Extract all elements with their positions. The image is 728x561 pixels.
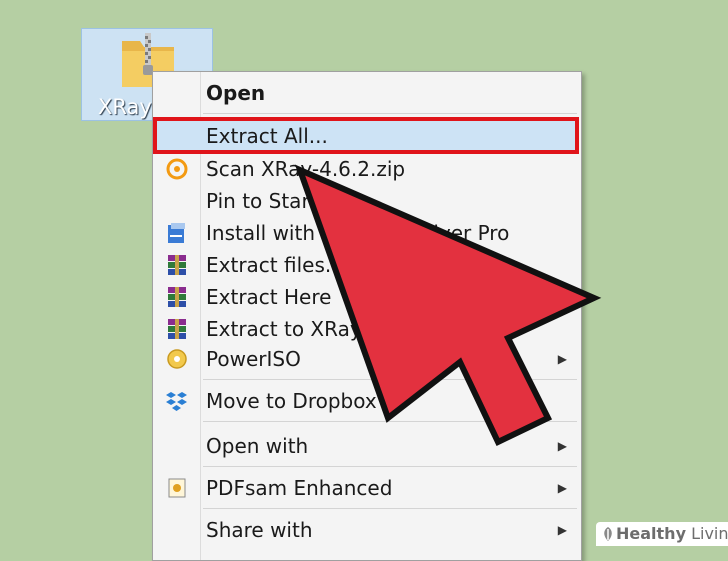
menu-item-label: Open with [206,434,309,458]
menu-item-label: Open [206,81,266,105]
submenu-arrow-icon: ▶ [557,523,567,537]
watermark-text: Healthy Living [616,524,728,543]
menu-item-label: Pin to Start [206,189,318,213]
menu-item-open-with[interactable]: Open with ▶ [155,430,579,462]
menu-separator [203,508,577,509]
menu-separator [203,379,577,380]
submenu-arrow-icon: ▶ [557,481,567,495]
menu-item-pin-to-start[interactable]: Pin to Start [155,185,579,217]
menu-item-label: Extract files... [206,253,344,277]
winrar-icon [165,285,189,309]
leaf-logo-icon [604,527,612,541]
installer-icon [165,221,189,245]
watermark-brand-1: Healthy [616,524,686,543]
pdfsam-icon [165,476,189,500]
menu-item-label: Scan XRay-4.6.2.zip [206,157,406,181]
healthy-living-watermark: Healthy Living [596,522,728,546]
menu-item-label: PDFsam Enhanced [206,476,393,500]
menu-separator [203,421,577,422]
menu-item-open[interactable]: Open [155,77,579,109]
menu-item-move-to-dropbox[interactable]: Move to Dropbox [155,385,579,417]
menu-item-label: PowerISO [206,347,301,371]
menu-item-share-with[interactable]: Share with ▶ [155,514,579,546]
antivirus-icon [165,157,189,181]
winrar-icon [165,253,189,277]
highlight-box-extract-all [153,117,579,154]
dropbox-icon [165,389,189,413]
watermark-brand-2: Living [691,524,728,543]
menu-item-poweriso[interactable]: PowerISO ▶ [155,343,579,375]
menu-item-label: Extract to XRay [206,317,362,341]
menu-item-pdfsam[interactable]: PDFsam Enhanced ▶ [155,472,579,504]
menu-item-scan[interactable]: Scan XRay-4.6.2.zip [155,153,579,185]
file-name-label: XRay- [98,95,160,119]
submenu-arrow-icon: ▶ [557,439,567,453]
menu-separator [203,466,577,467]
menu-item-label: Share with [206,518,313,542]
menu-item-label: Move to Dropbox [206,389,377,413]
menu-item-extract-files[interactable]: Extract files... [155,249,579,281]
context-menu: Open Extract All... Scan XRay-4.6.2.zip … [152,71,582,561]
submenu-arrow-icon: ▶ [557,352,567,366]
menu-separator [203,113,577,114]
poweriso-icon [165,347,189,371]
winrar-icon [165,317,189,341]
menu-item-label: Extract Here [206,285,332,309]
menu-item-extract-here[interactable]: Extract Here [155,281,579,313]
menu-item-extract-to[interactable]: Extract to XRay [155,313,579,345]
menu-item-install-with[interactable]: Install with Power Archiver Pro [155,217,579,249]
menu-item-label: Install with Power Archiver Pro [206,221,510,245]
